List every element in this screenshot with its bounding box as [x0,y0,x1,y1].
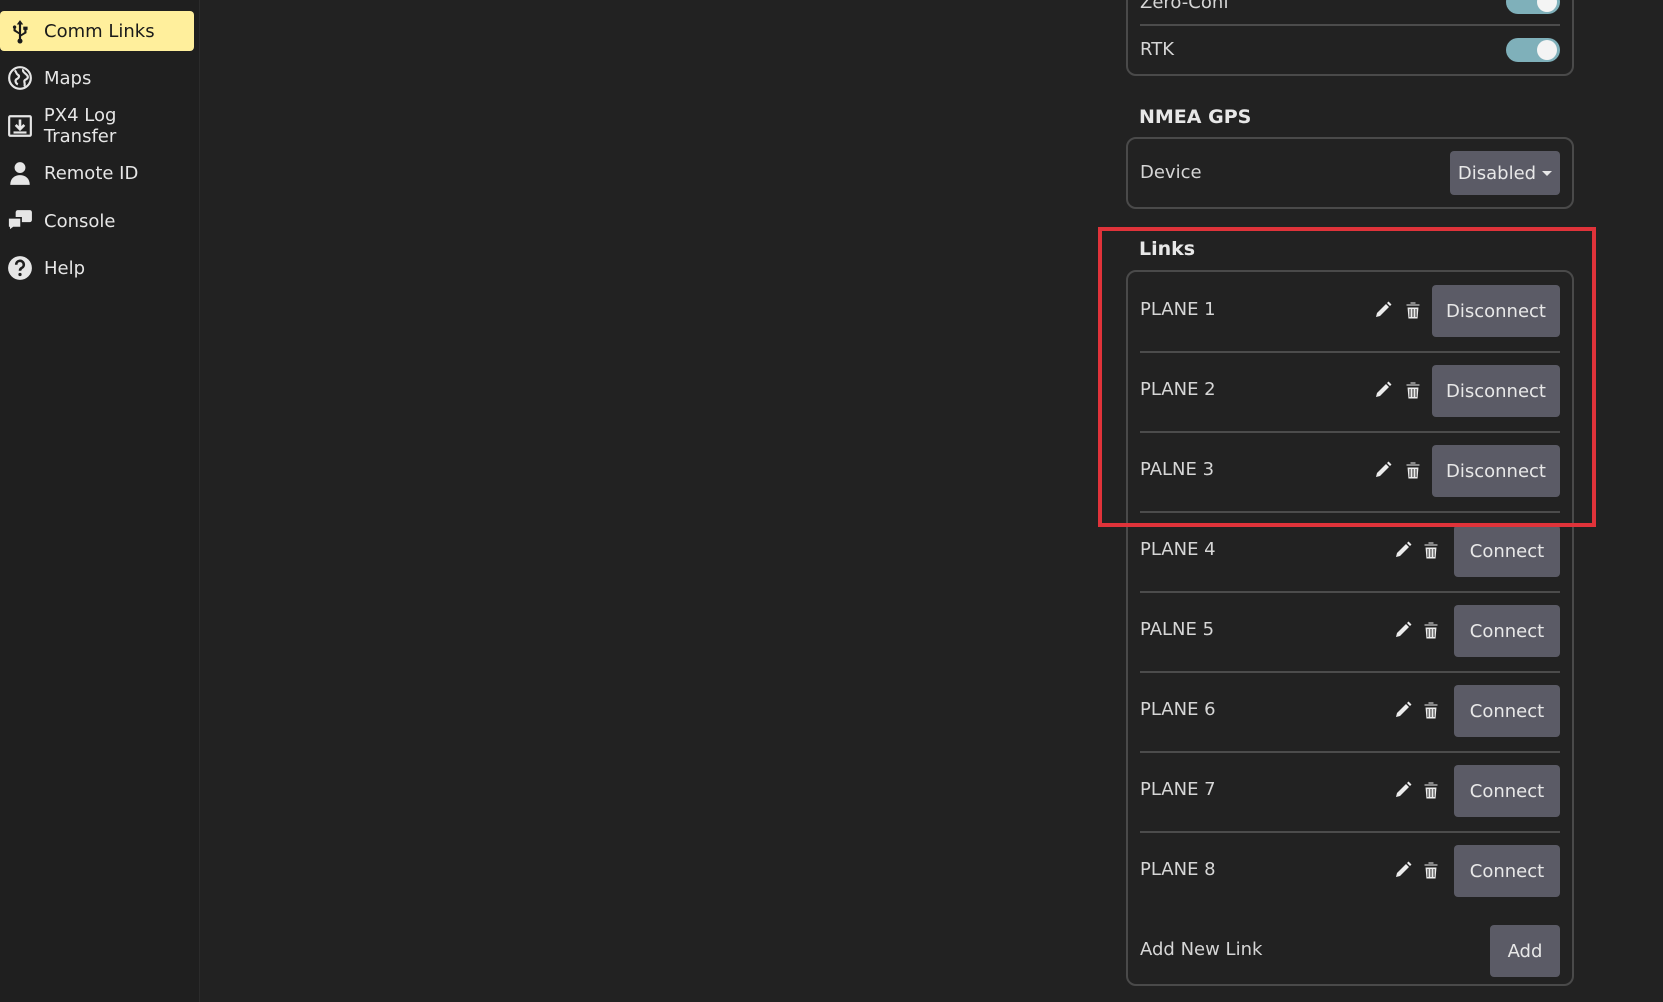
link-row-plane-7: PLANE 7 Connect [1128,752,1572,832]
rtk-label: RTK [1140,39,1174,60]
trash-icon[interactable] [1420,539,1442,561]
zero-conf-toggle[interactable] [1506,0,1560,14]
toggle-knob [1537,40,1557,60]
autoconnect-group: Zero-Conf RTK [1126,0,1574,76]
pencil-icon[interactable] [1392,779,1414,801]
help-icon [6,254,34,282]
pencil-icon[interactable] [1392,859,1414,881]
rtk-toggle[interactable] [1506,38,1560,62]
connect-button[interactable]: Connect [1454,525,1560,577]
pencil-icon[interactable] [1392,619,1414,641]
sidebar: Comm Links Maps PX4 Log Transfer Remote … [0,0,200,1002]
connect-button[interactable]: Connect [1454,845,1560,897]
add-link-button[interactable]: Add [1490,925,1560,977]
device-dropdown[interactable]: Disabled [1450,151,1560,195]
link-name: PLANE 6 [1140,699,1216,720]
sidebar-item-label: Help [44,257,86,279]
nmea-gps-group: Device Disabled [1126,137,1574,209]
trash-icon[interactable] [1420,779,1442,801]
link-name: PLANE 7 [1140,779,1216,800]
highlight-box [1098,227,1596,527]
link-name: PALNE 5 [1140,619,1215,640]
link-row-plane-5: PALNE 5 Connect [1128,592,1572,672]
toggle-knob [1537,0,1557,12]
add-new-link-label: Add New Link [1140,939,1263,960]
chevron-down-icon [1542,170,1553,176]
trash-icon[interactable] [1420,859,1442,881]
connect-button[interactable]: Connect [1454,765,1560,817]
sidebar-item-help[interactable]: Help [0,248,194,288]
divider [1140,24,1560,26]
connect-button[interactable]: Connect [1454,605,1560,657]
person-icon [6,159,34,187]
chat-icon [6,207,34,235]
pencil-icon[interactable] [1392,699,1414,721]
sidebar-item-label: Maps [44,67,92,89]
link-row-plane-8: PLANE 8 Connect [1128,832,1572,912]
connect-button[interactable]: Connect [1454,685,1560,737]
nmea-gps-title: NMEA GPS [1139,106,1252,128]
device-label: Device [1140,162,1202,183]
add-link-row: Add New Link Add [1128,912,1572,992]
link-row-plane-6: PLANE 6 Connect [1128,672,1572,752]
sidebar-item-comm-links[interactable]: Comm Links [0,11,194,51]
link-name: PLANE 4 [1140,539,1216,560]
download-icon [6,112,34,140]
trash-icon[interactable] [1420,699,1442,721]
sidebar-item-remote-id[interactable]: Remote ID [0,153,194,193]
sidebar-item-label: Remote ID [44,162,139,184]
sidebar-item-label: Comm Links [44,20,155,42]
trash-icon[interactable] [1420,619,1442,641]
device-dropdown-value: Disabled [1457,162,1537,184]
usb-icon [6,17,34,45]
sidebar-item-label: Console [44,210,116,232]
zero-conf-label: Zero-Conf [1140,0,1230,13]
sidebar-item-px4-log-transfer[interactable]: PX4 Log Transfer [0,105,194,147]
globe-icon [6,64,34,92]
pencil-icon[interactable] [1392,539,1414,561]
sidebar-item-maps[interactable]: Maps [0,58,194,98]
link-name: PLANE 8 [1140,859,1216,880]
sidebar-item-label: PX4 Log Transfer [43,105,117,147]
sidebar-item-console[interactable]: Console [0,201,194,241]
